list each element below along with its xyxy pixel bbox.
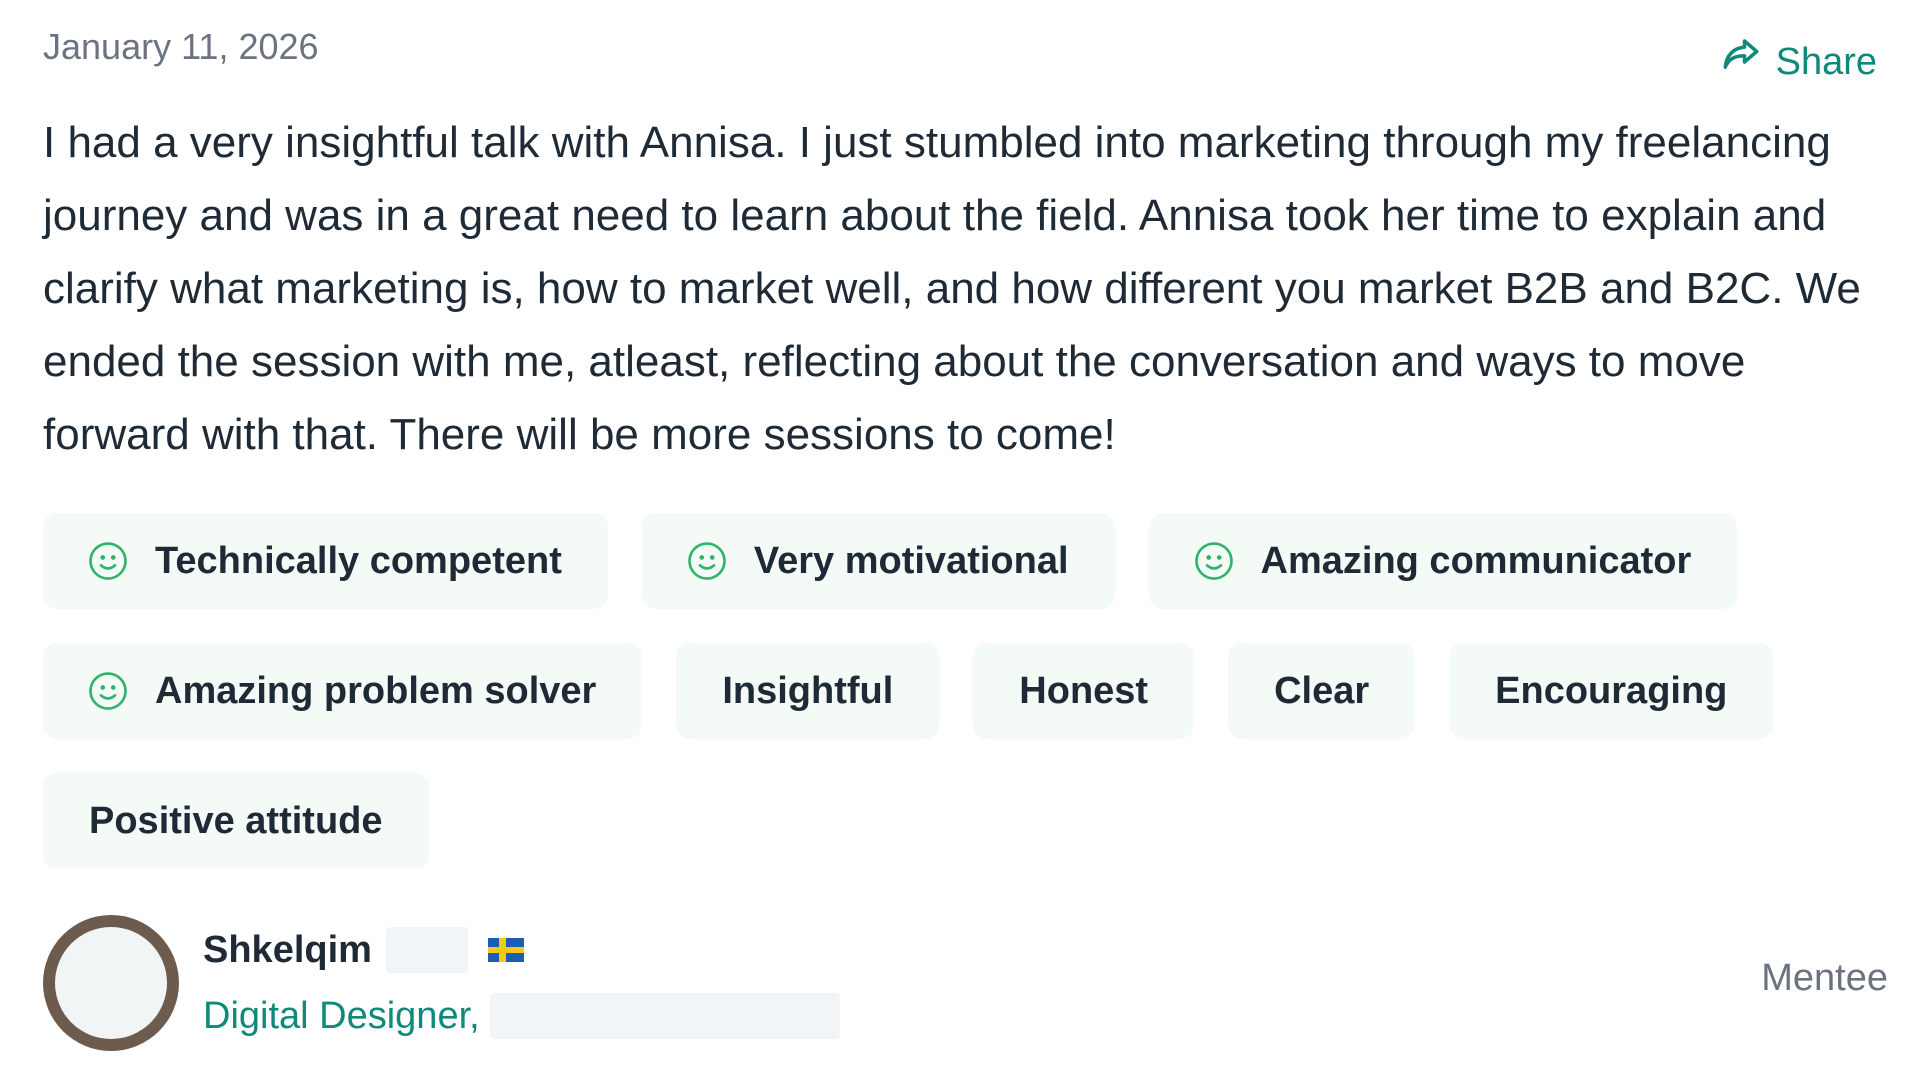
tag-encouraging: Encouraging xyxy=(1449,643,1774,739)
avatar-image xyxy=(55,927,167,1039)
reviewer-name[interactable]: Shkelqim xyxy=(203,929,372,972)
role-badge: Mentee xyxy=(1761,957,1888,999)
reviewer-role-row: Digital Designer, xyxy=(203,986,840,1046)
tag-list: Technically competent Very motivational … xyxy=(43,513,1903,869)
tag-positive-attitude: Positive attitude xyxy=(43,773,429,869)
sweden-flag-icon xyxy=(487,938,524,962)
tag-insightful: Insightful xyxy=(676,643,940,739)
tag-label: Amazing problem solver xyxy=(155,669,597,712)
share-button[interactable]: Share xyxy=(1720,34,1877,89)
redacted-company xyxy=(489,993,840,1039)
tag-label: Technically competent xyxy=(155,539,562,582)
reviewer: Shkelqim Digital Designer, Mentee xyxy=(43,915,1888,1051)
review-text: I had a very insightful talk with Annisa… xyxy=(43,118,1861,459)
redacted-surname xyxy=(385,927,468,973)
smile-icon xyxy=(686,540,728,582)
tag-clear: Clear xyxy=(1228,643,1416,739)
tag-honest: Honest xyxy=(973,643,1195,739)
tag-technically-competent: Technically competent xyxy=(43,513,608,609)
review-date: January 11, 2026 xyxy=(43,26,319,67)
reviewer-role: Digital Designer, xyxy=(203,994,480,1037)
share-icon xyxy=(1720,34,1762,89)
review-header: January 11, 2026 Share xyxy=(43,22,1877,106)
tag-label: Clear xyxy=(1274,669,1370,712)
tag-label: Positive attitude xyxy=(89,799,383,842)
tag-label: Very motivational xyxy=(753,539,1069,582)
tag-amazing-problem-solver: Amazing problem solver xyxy=(43,643,643,739)
tag-very-motivational: Very motivational xyxy=(641,513,1115,609)
tag-label: Insightful xyxy=(722,669,894,712)
tag-label: Encouraging xyxy=(1495,669,1728,712)
avatar[interactable] xyxy=(43,915,179,1051)
tag-label: Honest xyxy=(1019,669,1149,712)
reviewer-info: Shkelqim Digital Designer, xyxy=(203,920,840,1046)
smile-icon xyxy=(1193,540,1235,582)
tag-label: Amazing communicator xyxy=(1260,539,1692,582)
review-card: January 11, 2026 Share I had a very insi… xyxy=(0,0,1920,1080)
smile-icon xyxy=(87,670,129,712)
smile-icon xyxy=(87,540,129,582)
reviewer-name-row: Shkelqim xyxy=(203,920,840,980)
tag-amazing-communicator: Amazing communicator xyxy=(1148,513,1738,609)
share-label: Share xyxy=(1775,40,1877,83)
